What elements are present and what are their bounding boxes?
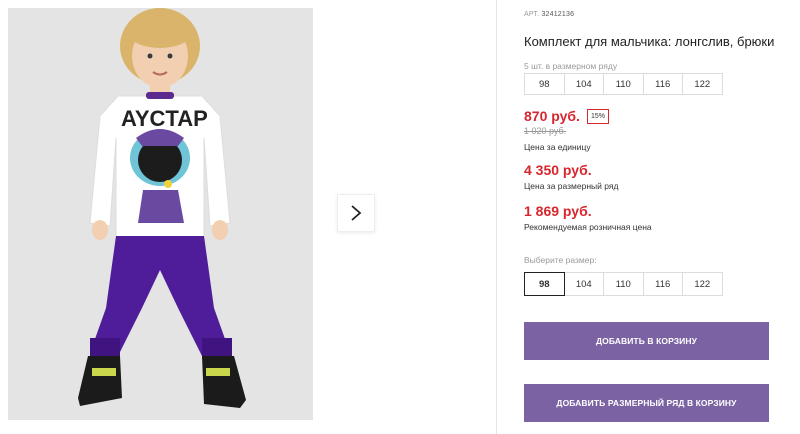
size-picker-label: Выберите размер: <box>524 255 597 265</box>
pack-size-cell: 110 <box>603 73 644 95</box>
size-picker: 98 104 110 116 122 <box>524 272 723 296</box>
unit-price-caption: Цена за единицу <box>524 142 591 152</box>
unit-price-block: 870 руб. 15% <box>524 108 609 124</box>
size-option-98[interactable]: 98 <box>524 272 565 296</box>
discount-badge: 15% <box>586 108 609 124</box>
svg-text:AYCTAP: AYCTAP <box>121 106 208 131</box>
pack-size-cell: 116 <box>642 73 683 95</box>
add-to-cart-button[interactable]: ДОБАВИТЬ В КОРЗИНУ <box>524 322 769 360</box>
pack-size-list: 98 104 110 116 122 <box>524 73 723 95</box>
set-price-caption: Цена за размерный ряд <box>524 181 619 191</box>
article-number: АРТ. 32412136 <box>524 11 574 18</box>
chevron-right-icon <box>351 205 362 221</box>
old-price: 1 020 руб. <box>524 126 567 136</box>
size-option-122[interactable]: 122 <box>682 272 723 296</box>
pack-size-cell: 122 <box>682 73 723 95</box>
add-set-to-cart-button[interactable]: ДОБАВИТЬ РАЗМЕРНЫЙ РЯД В КОРЗИНУ <box>524 384 769 422</box>
unit-price: 870 руб. <box>524 108 580 124</box>
size-option-104[interactable]: 104 <box>563 272 604 296</box>
product-gallery: AYCTAP <box>0 0 497 434</box>
next-image-button[interactable] <box>337 194 375 232</box>
set-price: 4 350 руб. <box>524 162 592 178</box>
boy-illustration: AYCTAP <box>8 8 313 420</box>
product-photo[interactable]: AYCTAP <box>8 8 313 420</box>
pack-note: 5 шт. в размерном ряду <box>524 61 618 71</box>
pack-size-cell: 104 <box>563 73 604 95</box>
article-label: АРТ. <box>524 11 540 18</box>
retail-price: 1 869 руб. <box>524 203 592 219</box>
pack-size-cell: 98 <box>524 73 565 95</box>
product-title: Комплект для мальчика: лонгслив, брюки <box>524 34 775 49</box>
size-option-116[interactable]: 116 <box>642 272 683 296</box>
retail-price-caption: Рекомендуемая розничная цена <box>524 222 652 232</box>
article-value: 32412136 <box>541 11 575 18</box>
size-option-110[interactable]: 110 <box>603 272 644 296</box>
